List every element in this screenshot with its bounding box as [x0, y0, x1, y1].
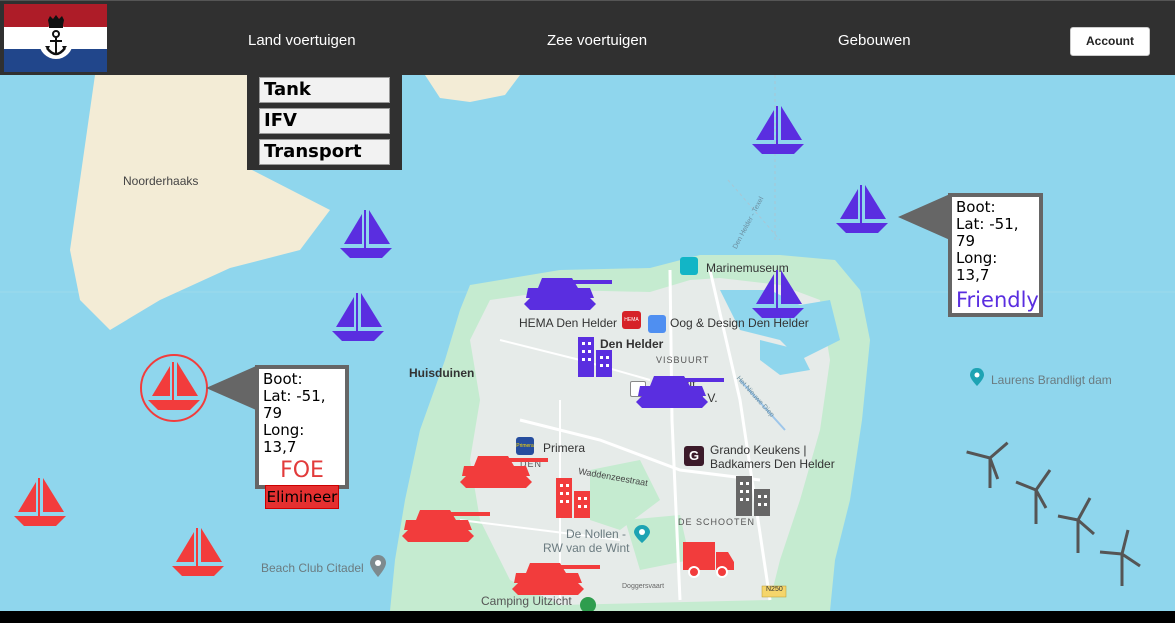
hema-marker-icon[interactable]: HEMA — [622, 311, 641, 329]
map-label-beach-club: Beach Club Citadel — [261, 561, 364, 575]
map-label-n250: N250 — [766, 586, 783, 593]
map-label-bet: bet B.V. — [676, 391, 718, 405]
dropdown-item-tank[interactable]: Tank — [259, 77, 390, 103]
land-vehicles-dropdown: Tank IFV Transport — [247, 75, 402, 170]
map-label-doggersvaart: Doggersvaart — [622, 583, 665, 590]
map-label-de-nollen-1: De Nollen - — [566, 527, 627, 541]
nav-zee-voertuigen[interactable]: Zee voertuigen — [547, 32, 647, 49]
map-label-camping: Camping Uitzicht — [481, 594, 572, 608]
nollen-pin-icon[interactable] — [634, 525, 650, 543]
map-label-laurens: Laurens Brandligt dam — [991, 373, 1112, 387]
map-label-primera: Primera — [543, 441, 586, 455]
map-label-de-nollen-2: RW van de Wint — [543, 541, 630, 555]
map-view[interactable]: Noorderhaaks Marinemuseum HEMA Den Helde… — [0, 75, 1175, 613]
account-button[interactable]: Account — [1070, 27, 1150, 56]
info-longitude: Long: 13,7 — [263, 421, 305, 456]
map-label-noorderhaaks: Noorderhaaks — [123, 174, 199, 188]
shop-marker-icon[interactable] — [648, 315, 666, 333]
map-label-huisduinen: Huisduinen — [409, 366, 475, 380]
grando-marker-icon[interactable]: G — [684, 446, 704, 466]
map-label-hema: HEMA Den Helder — [519, 316, 618, 330]
anchor-crown-emblem-icon — [39, 15, 73, 59]
beach-club-pin-icon[interactable] — [370, 555, 386, 577]
nav-land-voertuigen[interactable]: Land voertuigen — [248, 32, 356, 49]
map-label-grando-2: Badkamers Den Helder — [710, 457, 835, 471]
top-navigation-bar: Land voertuigen Zee voertuigen Gebouwen … — [0, 0, 1175, 75]
info-title: Boot: — [263, 370, 303, 388]
map-label-de-schooten: DE SCHOOTEN — [678, 517, 756, 527]
info-title: Boot: — [956, 198, 996, 216]
map-label-grando-1: Grando Keukens | — [710, 443, 807, 457]
nav-gebouwen[interactable]: Gebouwen — [838, 32, 911, 49]
info-latitude: Lat: -51, 79 — [956, 215, 1019, 250]
map-label-den-helder: Den Helder — [600, 337, 664, 351]
business-marker-icon[interactable] — [630, 381, 646, 397]
primera-marker-icon[interactable]: Primera — [516, 437, 534, 455]
map-label-marinemuseum: Marinemuseum — [706, 261, 789, 275]
map-label-den: DEN — [520, 459, 543, 469]
app-root: Land voertuigen Zee voertuigen Gebouwen … — [0, 0, 1175, 623]
info-status-friendly: Friendly — [956, 288, 1039, 312]
bottom-bar — [0, 611, 1175, 623]
eliminate-button[interactable]: Elimineer — [265, 485, 339, 509]
info-status-foe: FOE — [280, 458, 324, 483]
dropdown-item-ifv[interactable]: IFV — [259, 108, 390, 134]
info-longitude: Long: 13,7 — [956, 249, 998, 284]
museum-marker-icon[interactable] — [680, 257, 698, 275]
map-label-visbuurt: VISBUURT — [656, 355, 710, 365]
map-label-oog-design: Oog & Design Den Helder — [670, 316, 809, 330]
dropdown-item-transport[interactable]: Transport — [259, 139, 390, 165]
friendly-boat-info-panel: Boot: Lat: -51, 79 Long: 13,7 Friendly — [948, 193, 1043, 317]
info-latitude: Lat: -51, 79 — [263, 387, 326, 422]
map-label-bedrijf: drijf — [676, 377, 696, 391]
foe-boat-info-panel: Boot: Lat: -51, 79 Long: 13,7 FOE Elimin… — [255, 365, 349, 509]
navy-flag-logo[interactable] — [4, 4, 107, 72]
laurens-pin-icon[interactable] — [970, 368, 984, 386]
